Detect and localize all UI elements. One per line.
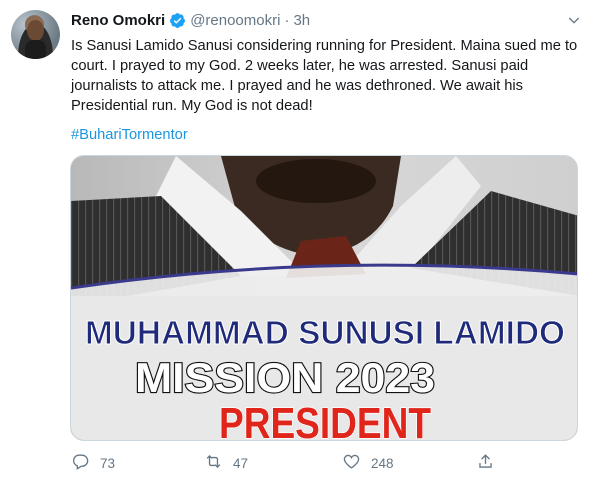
share-icon: [476, 452, 495, 474]
tweet-header: Reno Omokri @renoomokri · 3h: [71, 10, 310, 30]
share-button[interactable]: [476, 452, 495, 474]
reply-count: 73: [100, 455, 116, 471]
retweet-button[interactable]: 47: [204, 452, 248, 474]
author-handle[interactable]: @renoomokri: [190, 12, 280, 29]
reply-icon: [71, 452, 90, 474]
hashtag-link[interactable]: #BuhariTormentor: [71, 125, 188, 145]
tweet-actions: 73 47 248: [71, 452, 501, 474]
retweet-icon: [204, 452, 223, 474]
tweet-text: Is Sanusi Lamido Sanusi considering runn…: [71, 38, 578, 114]
avatar[interactable]: [11, 10, 60, 59]
like-button[interactable]: 248: [342, 452, 394, 474]
verified-badge-icon: [169, 12, 186, 29]
separator-dot: ·: [284, 11, 290, 29]
author-name[interactable]: Reno Omokri: [71, 12, 165, 29]
tweet-timestamp[interactable]: 3h: [293, 12, 310, 29]
tweet-image[interactable]: MUHAMMAD SUNUSI LAMIDO MISSION 2023 PRES…: [70, 155, 578, 441]
retweet-count: 47: [233, 455, 249, 471]
campaign-poster: MUHAMMAD SUNUSI LAMIDO MISSION 2023 PRES…: [71, 156, 577, 441]
poster-line-2: MISSION 2023: [135, 354, 435, 401]
chevron-down-icon[interactable]: [564, 10, 584, 30]
poster-line-3: PRESIDENT: [219, 399, 431, 441]
tweet[interactable]: Reno Omokri @renoomokri · 3h Is Sanusi L…: [0, 0, 594, 483]
reply-button[interactable]: 73: [71, 452, 115, 474]
avatar-shirt: [25, 40, 46, 59]
like-count: 248: [371, 455, 394, 471]
heart-icon: [342, 452, 361, 474]
poster-line-1: MUHAMMAD SUNUSI LAMIDO: [85, 314, 565, 351]
avatar-face: [27, 20, 44, 41]
